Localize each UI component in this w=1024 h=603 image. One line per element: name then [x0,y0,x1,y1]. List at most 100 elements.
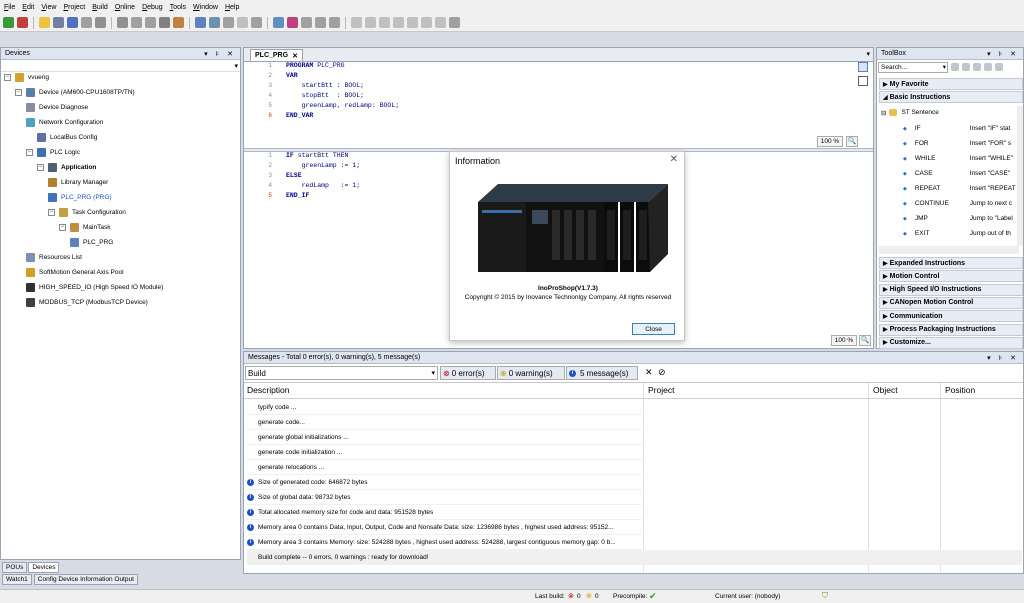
menu-edit[interactable]: Edit [22,4,34,11]
col-description[interactable]: Description [247,385,290,395]
toolbar-button-icon[interactable] [273,17,284,28]
menu-window[interactable]: Window [193,4,218,11]
collapse-icon[interactable]: ⊟ [881,109,886,117]
tree-item[interactable]: PLC_PRG (PRG) [48,190,112,204]
toolbar-button-icon[interactable] [95,17,106,28]
message-row[interactable]: i Total allocated memory size for code an… [247,505,642,520]
toolbar-button-icon[interactable] [145,17,156,28]
tree-item[interactable]: − vvueng [4,70,49,84]
toolbox-item-continue[interactable]: ◆ CONTINUE Jump to next c [887,196,1017,211]
toolbar-button-icon[interactable] [209,17,220,28]
declaration-code[interactable]: PROGRAM PLC_PRG VAR startBtt : BOOL; stop… [286,61,399,121]
tab-devices[interactable]: Devices [28,562,60,573]
toolbox-item-exit[interactable]: ◆ EXIT Jump out of th [887,226,1017,241]
message-row[interactable]: generate code... [247,415,642,430]
code-line[interactable]: greenLamp, redLamp: BOOL; [286,101,400,111]
toolbox-item-case[interactable]: ◆ CASE Insert "CASE" [887,166,1017,181]
toolbox-tool-icon[interactable] [951,63,959,71]
tab-config-device-output[interactable]: Config Device Information Output [33,574,138,585]
toolbar-button-icon[interactable] [365,17,376,28]
toolbar-button-icon[interactable] [159,17,170,28]
toolbar-button-icon[interactable] [39,17,50,28]
user-shield-icon[interactable]: ⛉ [822,591,828,601]
toolbox-tool-icon[interactable] [962,63,970,71]
clear-filter-icon[interactable]: ⊘ [658,367,666,378]
menu-file[interactable]: File [4,4,15,11]
toolbox-item-for[interactable]: ◆ FOR Insert "FOR" s [887,136,1017,151]
message-row[interactable]: generate relocations ... [247,460,642,475]
tree-item[interactable]: LocalBus Config [37,130,97,144]
toolbar-button-icon[interactable] [379,17,390,28]
toolbox-section[interactable]: ▶ Process Packaging Instructions [879,323,1023,336]
message-row[interactable]: i Size of generated code: 646872 bytes [247,475,642,490]
message-row[interactable]: Build complete -- 0 errors, 0 warnings :… [247,550,1022,565]
toolbox-item-repeat[interactable]: ◆ REPEAT Insert "REPEAT [887,181,1017,196]
message-filter-select[interactable]: Build ▾ [245,366,438,380]
tree-item[interactable]: − Application [37,160,96,174]
code-line[interactable]: END_VAR [286,111,399,121]
code-line[interactable]: END_IF [286,191,360,201]
tree-item[interactable]: − Device (AM600-CPU1608TP/TN) [15,85,135,99]
toolbox-section[interactable]: ◢ Basic Instructions [879,91,1023,104]
toolbar-button-icon[interactable] [237,17,248,28]
tree-item[interactable]: Network Configuration [26,115,103,129]
toolbar-button-icon[interactable] [421,17,432,28]
clear-messages-icon[interactable]: ✕ [645,367,653,378]
tree-item[interactable]: HIGH_SPEED_IO (High Speed IO Module) [26,280,163,294]
toolbox-section[interactable]: ▶ High Speed I/O Instructions [879,283,1023,296]
chevron-down-icon[interactable]: ▾ [431,367,435,380]
zoom-icon[interactable]: 🔍 [859,335,871,346]
tab-pous[interactable]: POUs [2,562,28,573]
toolbar-button-icon[interactable] [17,17,28,28]
close-icon[interactable]: ✕ [292,52,298,60]
tree-item[interactable]: − MainTask [59,220,110,234]
toolbox-section[interactable]: ▶ Motion Control [879,270,1023,283]
menu-help[interactable]: Help [225,4,239,11]
toolbar-button-icon[interactable] [287,17,298,28]
declaration-section[interactable]: 123456 PROGRAM PLC_PRG VAR startBtt : BOO… [244,61,873,149]
collapse-icon[interactable]: − [15,88,22,96]
code-line[interactable]: stopBtt : BOOL; [286,91,399,101]
menu-view[interactable]: View [41,4,56,11]
toolbox-search-input[interactable]: Search... ▾ [878,62,948,73]
pane-controls[interactable]: ▾ ⊧ ✕ [987,354,1019,362]
code-line[interactable]: startBtt : BOOL; [286,81,399,91]
toolbox-section[interactable]: ▶ Expanded Instructions [879,257,1023,269]
toolbar-button-icon[interactable] [53,17,64,28]
toolbox-section[interactable]: ▶ CANopen Motion Control [879,296,1023,309]
toolbox-item-while[interactable]: ◆ WHILE Insert "WHILE" [887,151,1017,166]
errors-filter-button[interactable]: ⊗ 0 error(s) [440,366,496,380]
warnings-filter-button[interactable]: ⊕ 0 warning(s) [497,366,565,380]
collapse-icon[interactable]: − [48,208,55,216]
toolbar-button-icon[interactable] [393,17,404,28]
messages-filter-button[interactable]: i 5 message(s) [566,366,638,380]
zoom-icon[interactable]: 🔍 [846,136,858,147]
toolbox-h-scrollbar[interactable] [879,246,1019,254]
tree-item[interactable]: SoftMotion General Axis Pool [26,265,124,279]
code-line[interactable]: greenLamp := 1; [286,161,361,171]
tree-item[interactable]: Library Manager [48,175,108,189]
collapse-icon[interactable]: − [37,163,44,171]
collapse-icon[interactable]: − [26,148,33,156]
close-button[interactable]: Close [632,323,675,335]
toolbar-button-icon[interactable] [329,17,340,28]
chevron-down-icon[interactable]: ▾ [866,50,870,58]
chevron-down-icon[interactable]: ▾ [234,62,238,70]
toolbox-section[interactable]: ▶ Customize... [879,336,1023,349]
toolbar-button-icon[interactable] [173,17,184,28]
menu-project[interactable]: Project [63,4,85,11]
code-line[interactable]: IF startBtt THEN [286,151,360,161]
toolbar-button-icon[interactable] [81,17,92,28]
tree-item[interactable]: PLC_PRG [70,235,113,249]
tree-item[interactable]: MODBUS_TCP (ModbusTCP Device) [26,295,148,309]
pane-controls[interactable]: ▾ ⊧ ✕ [987,50,1019,58]
zoom-level-bottom[interactable]: 100 % [831,335,857,346]
toolbox-tool-icon[interactable] [973,63,981,71]
code-line[interactable]: PROGRAM PLC_PRG [286,61,399,71]
list-view-icon[interactable] [858,62,868,72]
toolbar-button-icon[interactable] [117,17,128,28]
tab-watch1[interactable]: Watch1 [2,574,32,585]
toolbar-button-icon[interactable] [251,17,262,28]
toolbar-button-icon[interactable] [315,17,326,28]
menu-online[interactable]: Online [115,4,135,11]
